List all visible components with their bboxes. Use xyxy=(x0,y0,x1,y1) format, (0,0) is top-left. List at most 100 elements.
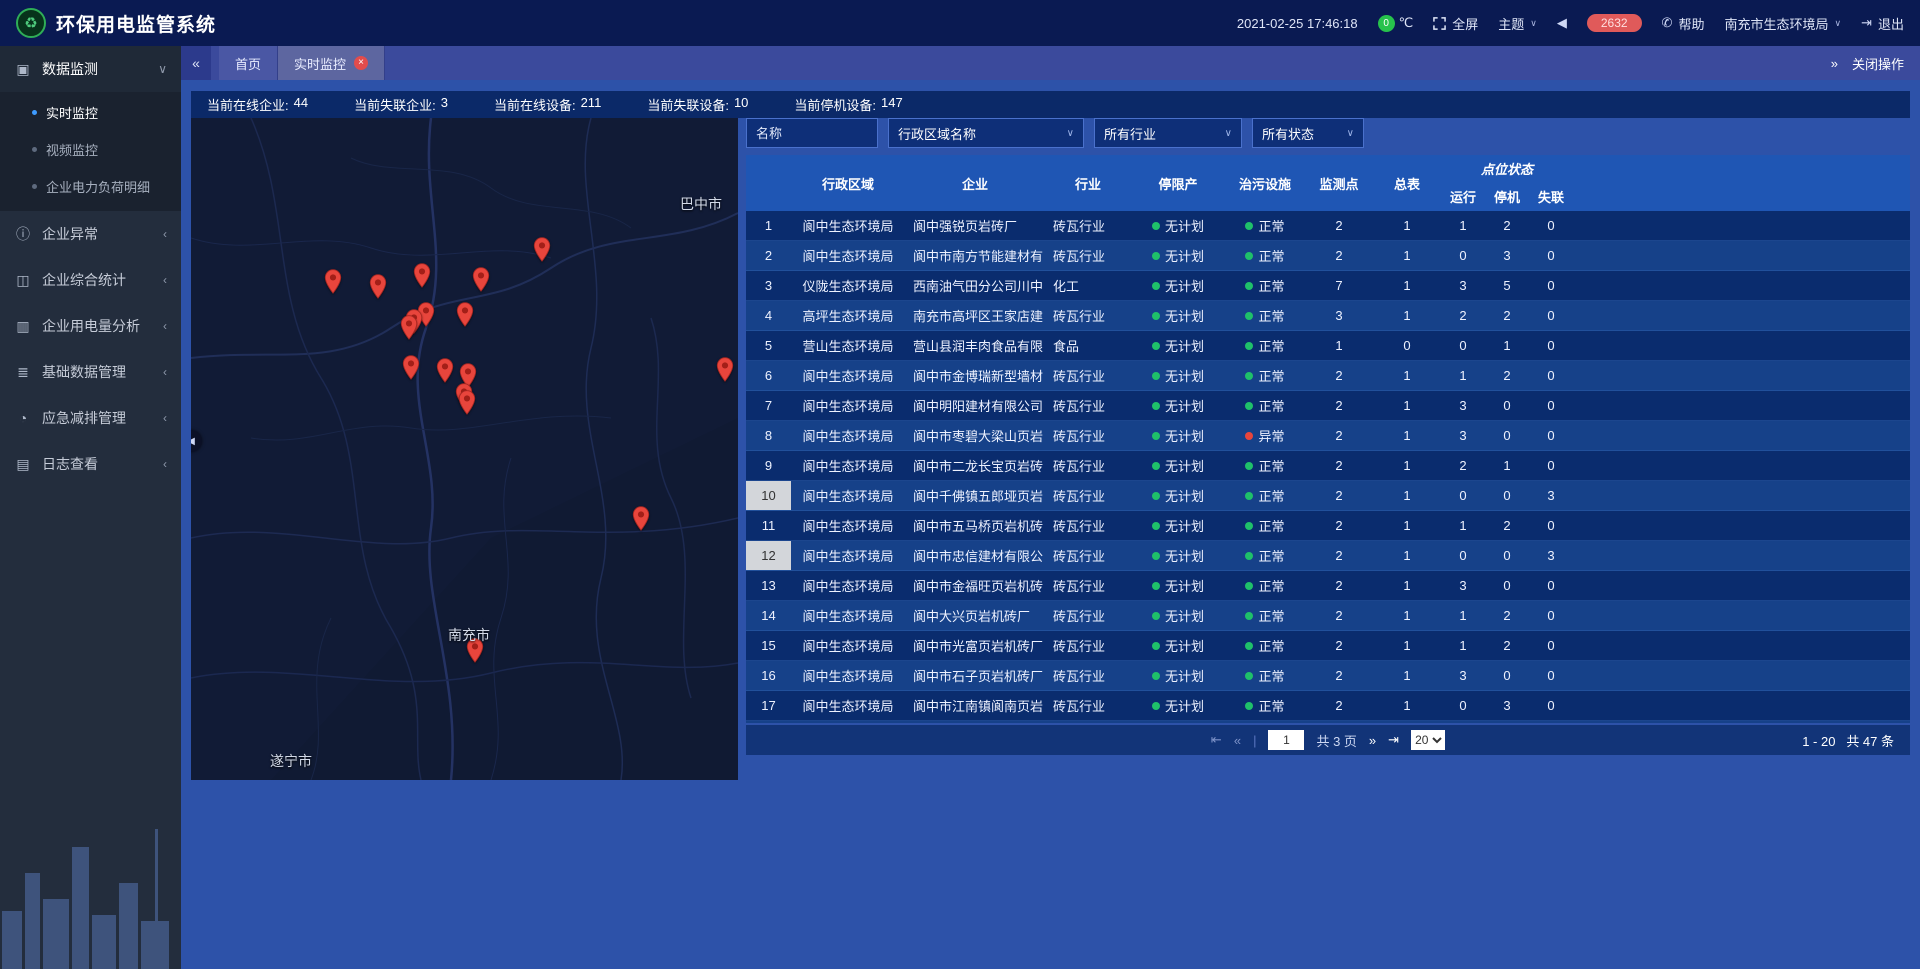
table-row-12[interactable]: 12阆中生态环境局阆中市忠信建材有限公砖瓦行业无计划正常21003 xyxy=(746,541,1910,571)
cell-company: 阆中大兴页岩机砖厂 xyxy=(905,601,1045,630)
map-pin-1[interactable] xyxy=(324,269,342,294)
cell-company: 阆中明阳建材有限公司 xyxy=(905,391,1045,420)
table-row-15[interactable]: 15阆中生态环境局阆中市光富页岩机砖厂砖瓦行业无计划正常21120 xyxy=(746,631,1910,661)
map-pin-7[interactable] xyxy=(400,315,418,340)
sidebar-item-0-1[interactable]: 视频监控 xyxy=(0,131,181,168)
name-filter-input[interactable] xyxy=(746,118,878,148)
page-size-select[interactable]: 20 xyxy=(1411,730,1445,750)
status-filter-select[interactable]: 所有状态 ∨ xyxy=(1252,118,1364,148)
logout-button[interactable]: ⇥ 退出 xyxy=(1861,14,1904,33)
limit-text: 无计划 xyxy=(1165,516,1204,535)
map-pin-13[interactable] xyxy=(458,390,476,415)
map-canvas[interactable]: ◀ xyxy=(191,118,738,780)
map-pin-2[interactable] xyxy=(369,274,387,299)
tab-close-icon[interactable]: × xyxy=(354,56,368,70)
table-row-14[interactable]: 14阆中生态环境局阆中大兴页岩机砖厂砖瓦行业无计划正常21120 xyxy=(746,601,1910,631)
sidebar-group-5[interactable]: ◔应急减排管理‹ xyxy=(0,395,181,441)
cell-industry: 砖瓦行业 xyxy=(1045,481,1131,510)
sidebar-item-0-2[interactable]: 企业电力负荷明细 xyxy=(0,168,181,205)
table-row-6[interactable]: 6阆中生态环境局阆中市金博瑞新型墙材砖瓦行业无计划正常21120 xyxy=(746,361,1910,391)
table-row-4[interactable]: 4高坪生态环境局南充市高坪区王家店建砖瓦行业无计划正常31220 xyxy=(746,301,1910,331)
table-row-7[interactable]: 7阆中生态环境局阆中明阳建材有限公司砖瓦行业无计划正常21300 xyxy=(746,391,1910,421)
sidebar-group-1[interactable]: ⓘ企业异常‹ xyxy=(0,211,181,257)
table-row-11[interactable]: 11阆中生态环境局阆中市五马桥页岩机砖砖瓦行业无计划正常21120 xyxy=(746,511,1910,541)
row-index: 1 xyxy=(746,211,791,240)
table-row-8[interactable]: 8阆中生态环境局阆中市枣碧大梁山页岩砖瓦行业无计划异常21300 xyxy=(746,421,1910,451)
next-page-icon[interactable]: » xyxy=(1369,733,1376,748)
sidebar-group-2[interactable]: ◫企业综合统计‹ xyxy=(0,257,181,303)
page-number-input[interactable] xyxy=(1268,730,1304,750)
exit-icon: ⇥ xyxy=(1861,15,1872,31)
filter-bar: 行政区域名称 ∨ 所有行业 ∨ 所有状态 ∨ xyxy=(746,118,1910,148)
table-row-1[interactable]: 1阆中生态环境局阆中强锐页岩砖厂砖瓦行业无计划正常21120 xyxy=(746,211,1910,241)
limit-text: 无计划 xyxy=(1165,216,1204,235)
collapse-left-icon: ◀ xyxy=(191,436,195,447)
caret-down-icon: ∨ xyxy=(1530,18,1537,29)
tabs-scroll-left-button[interactable]: « xyxy=(181,46,211,80)
last-page-icon[interactable]: ⇥ xyxy=(1388,732,1399,748)
sidebar-item-label: 实时监控 xyxy=(46,103,98,122)
message-count-badge[interactable]: 2632 xyxy=(1587,14,1642,32)
pagination-bar: ⇤ « | 共 3 页 » ⇥ 20 1 - 20 xyxy=(746,725,1910,755)
sidebar-group-3[interactable]: ▥企业用电量分析‹ xyxy=(0,303,181,349)
cell-limit: 无计划 xyxy=(1131,271,1225,300)
cell-stop: 5 xyxy=(1485,271,1529,300)
table-row-13[interactable]: 13阆中生态环境局阆中市金福旺页岩机砖砖瓦行业无计划正常21300 xyxy=(746,571,1910,601)
map-pin-9[interactable] xyxy=(402,355,420,380)
table-row-10[interactable]: 10阆中生态环境局阆中千佛镇五郎垭页岩砖瓦行业无计划正常21003 xyxy=(746,481,1910,511)
sidebar-group-4[interactable]: ≣基础数据管理‹ xyxy=(0,349,181,395)
caret-down-icon: ∨ xyxy=(1347,128,1354,139)
status-dot-icon xyxy=(1245,342,1253,350)
log-icon: ▤ xyxy=(14,456,32,473)
cell-facility: 正常 xyxy=(1225,451,1305,480)
sidebar-item-0-0[interactable]: 实时监控 xyxy=(0,94,181,131)
status-dot-icon xyxy=(1245,432,1253,440)
sidebar-group-6[interactable]: ▤日志查看‹ xyxy=(0,441,181,487)
sidebar-group-label: 数据监测 xyxy=(42,59,98,79)
table-row-3[interactable]: 3仪陇生态环境局西南油气田分公司川中化工无计划正常71350 xyxy=(746,271,1910,301)
prev-page-icon[interactable]: « xyxy=(1234,733,1241,748)
region-filter-select[interactable]: 行政区域名称 ∨ xyxy=(888,118,1084,148)
industry-filter-select[interactable]: 所有行业 ∨ xyxy=(1094,118,1242,148)
status-dot-icon xyxy=(1152,432,1160,440)
content-row: ◀ xyxy=(191,118,1910,969)
cell-company: 阆中市石子页岩机砖厂 xyxy=(905,661,1045,690)
cell-total-meter: 1 xyxy=(1373,301,1441,330)
limit-text: 无计划 xyxy=(1165,426,1204,445)
cell-stop: 2 xyxy=(1485,601,1529,630)
table-row-17[interactable]: 17阆中生态环境局阆中市江南镇阆南页岩砖瓦行业无计划正常21030 xyxy=(746,691,1910,721)
table-row-2[interactable]: 2阆中生态环境局阆中市南方节能建材有砖瓦行业无计划正常21030 xyxy=(746,241,1910,271)
close-operations-button[interactable]: 关闭操作 xyxy=(1852,54,1904,73)
cell-offline: 0 xyxy=(1529,691,1573,720)
map-pin-0[interactable] xyxy=(533,237,551,262)
content-column: « 首页实时监控× » 关闭操作 当前在线企业:44当前失联企业:3当前在线设备… xyxy=(181,46,1920,969)
table-row-9[interactable]: 9阆中生态环境局阆中市二龙长宝页岩砖砖瓦行业无计划正常21210 xyxy=(746,451,1910,481)
map-pin-14[interactable] xyxy=(716,357,734,382)
tab-1[interactable]: 实时监控× xyxy=(278,46,385,80)
status-dot-icon xyxy=(1152,702,1160,710)
table-row-16[interactable]: 16阆中生态环境局阆中市石子页岩机砖厂砖瓦行业无计划正常21300 xyxy=(746,661,1910,691)
sidebar-group-0[interactable]: ▣数据监测∨ xyxy=(0,46,181,92)
theme-dropdown[interactable]: 主题 ∨ xyxy=(1498,14,1537,33)
map-markers-layer: 巴中市南充市遂宁市 xyxy=(191,118,738,780)
fullscreen-button[interactable]: 全屏 xyxy=(1433,14,1478,33)
cell-total-meter: 1 xyxy=(1373,631,1441,660)
cell-filler xyxy=(1573,541,1910,570)
map-pin-15[interactable] xyxy=(632,506,650,531)
table-row-18[interactable]: 18南部生态环境局南部县瑞华水泥有限公建材行业无计划正常21000 xyxy=(746,721,1910,723)
table-row-5[interactable]: 5营山生态环境局营山县润丰肉食品有限食品无计划正常10010 xyxy=(746,331,1910,361)
tab-0[interactable]: 首页 xyxy=(219,46,278,80)
map-pin-4[interactable] xyxy=(472,267,490,292)
sidebar-menu: ▣数据监测∨ 实时监控视频监控企业电力负荷明细 ⓘ企业异常‹◫企业综合统计‹▥企业用… xyxy=(0,46,181,487)
tabs-scroll-right-button[interactable]: » xyxy=(1831,56,1838,71)
message-arrow-icon[interactable]: ◀ xyxy=(1557,15,1567,31)
help-button[interactable]: ✆ 帮助 xyxy=(1662,14,1705,33)
map-pin-3[interactable] xyxy=(413,263,431,288)
cell-filler xyxy=(1573,421,1910,450)
first-page-icon[interactable]: ⇤ xyxy=(1211,732,1222,748)
cell-run: 3 xyxy=(1441,421,1485,450)
organization-dropdown[interactable]: 南充市生态环境局 ∨ xyxy=(1724,14,1841,33)
map-pin-8[interactable] xyxy=(456,302,474,327)
cell-industry: 砖瓦行业 xyxy=(1045,631,1131,660)
map-pin-10[interactable] xyxy=(436,358,454,383)
